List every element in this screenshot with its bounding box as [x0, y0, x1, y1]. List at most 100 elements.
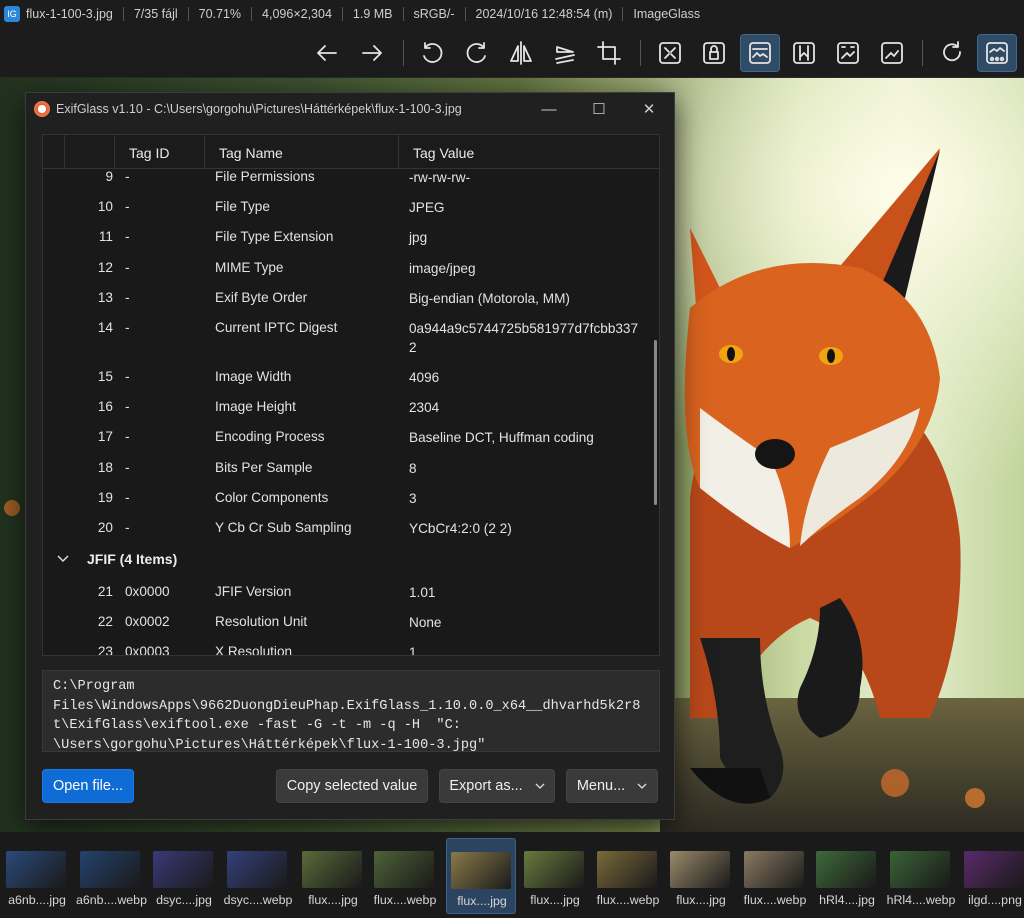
thumbnail-gallery: a6nb....jpg a6nb....webp dsyc....jpg dsyc..…	[0, 832, 1024, 918]
thumbnail-item[interactable]: flux....webp	[740, 838, 810, 914]
rotate-left-icon[interactable]	[412, 34, 452, 72]
arrow-right-icon[interactable]	[352, 34, 392, 72]
thumbnail-item[interactable]: flux....jpg	[298, 838, 368, 914]
thumbnail-image	[597, 851, 657, 888]
imageglass-app-icon: IG	[4, 6, 20, 22]
menu-dropdown[interactable]: Menu...	[566, 769, 658, 803]
tag-id-cell: -	[125, 368, 130, 384]
close-icon[interactable]: ✕	[624, 93, 674, 125]
thumbnail-item[interactable]: hRl4....webp	[886, 838, 956, 914]
minimize-icon[interactable]: —	[524, 93, 574, 125]
open-file-button[interactable]: Open file...	[42, 769, 134, 803]
tag-value-cell: image/jpeg	[409, 260, 476, 276]
table-row[interactable]: 11- File Type Extension jpg	[43, 221, 659, 251]
tag-value-cell: 1	[409, 645, 417, 656]
thumbnail-image	[890, 851, 950, 888]
flip-horizontal-icon[interactable]	[501, 34, 541, 72]
flip-vertical-icon[interactable]	[545, 34, 585, 72]
row-number: 23	[97, 644, 113, 656]
table-row[interactable]: 13- Exif Byte Order Big-endian (Motorola, …	[43, 282, 659, 312]
tag-value-cell: JPEG	[409, 200, 445, 216]
dialog-title: ExifGlass v1.10 - C:\Users\gorgohu\Pictu…	[56, 102, 462, 116]
thumbnail-label: dsyc....webp	[223, 893, 293, 907]
tag-id-cell: 0x0002	[125, 614, 170, 630]
thumbnail-item[interactable]: dsyc....jpg	[149, 838, 219, 914]
tag-name-cell: Exif Byte Order	[215, 289, 308, 305]
table-row[interactable]: 18- Bits Per Sample 8	[43, 452, 659, 482]
exif-table[interactable]: 9- File Permissions -rw-rw-rw- 10- File Type…	[42, 134, 660, 656]
gallery-icon[interactable]	[977, 34, 1017, 72]
thumbnail-item[interactable]: ilgd....png	[960, 838, 1024, 914]
thumbnail-item[interactable]: flux....webp	[370, 838, 440, 914]
tag-name-cell: Encoding Process	[215, 429, 325, 445]
row-number: 9	[105, 169, 113, 184]
table-row[interactable]: 15- Image Width 4096	[43, 361, 659, 391]
title-colorprofile: sRGB/-	[402, 7, 465, 21]
thumbnail-label: flux....jpg	[530, 893, 580, 907]
tag-id-cell: -	[125, 399, 130, 415]
tag-value-cell: 0a944a9c5744725b581977d7fcbb337 2	[409, 320, 639, 355]
thumbnail-item[interactable]: flux....jpg	[666, 838, 736, 914]
column-header-tag-value[interactable]: Tag Value	[399, 135, 659, 169]
rotate-right-icon[interactable]	[457, 34, 497, 72]
thumbnail-item[interactable]: a6nb....jpg	[2, 838, 72, 914]
table-row[interactable]: 23 0x0003 X Resolution 1	[43, 636, 659, 656]
table-row[interactable]: 21 0x0000 JFIF Version 1.01	[43, 576, 659, 606]
lock-zoom-icon[interactable]	[694, 34, 734, 72]
scale-to-fill-icon[interactable]	[828, 34, 868, 72]
tag-value-cell: jpg	[409, 230, 428, 246]
zoom-fit-icon[interactable]	[650, 34, 690, 72]
table-row[interactable]: 10- File Type JPEG	[43, 191, 659, 221]
table-row[interactable]: 12- MIME Type image/jpeg	[43, 252, 659, 282]
tag-value-cell: YCbCr4:2:0 (2 2)	[409, 520, 512, 536]
thumbnail-image	[6, 851, 66, 888]
thumbnail-label: flux....webp	[596, 893, 660, 907]
title-appname: ImageGlass	[622, 7, 710, 21]
arrow-left-icon[interactable]	[307, 34, 347, 72]
export-as-label: Export as...	[449, 778, 523, 794]
table-row[interactable]: 20- Y Cb Cr Sub Sampling YCbCr4:2:0 (2 2)	[43, 512, 659, 542]
tag-name-cell: Current IPTC Digest	[215, 319, 338, 335]
tag-id-cell: -	[125, 319, 130, 335]
thumbnail-image	[153, 851, 213, 888]
thumbnail-item[interactable]: hRl4....jpg	[812, 838, 882, 914]
thumbnail-item[interactable]: flux....jpg	[520, 838, 590, 914]
column-header-tag-id[interactable]: Tag ID	[115, 135, 205, 169]
tag-name-cell: File Type	[215, 199, 270, 215]
toolbar-divider	[640, 40, 641, 66]
export-as-dropdown[interactable]: Export as...	[439, 769, 555, 803]
column-header-tag-name[interactable]: Tag Name	[205, 135, 399, 169]
thumbnail-image	[302, 851, 362, 888]
crop-icon[interactable]	[589, 34, 629, 72]
tag-value-cell: 8	[409, 460, 417, 476]
thumbnail-item[interactable]: a6nb....webp	[76, 838, 147, 914]
group-row-jfif[interactable]: JFIF (4 Items)	[43, 542, 659, 576]
thumbnail-item[interactable]: flux....jpg	[446, 838, 516, 914]
table-row[interactable]: 17- Encoding Process Baseline DCT, Huffman…	[43, 421, 659, 451]
table-row[interactable]: 14- Current IPTC Digest 0a944a9c5744725b58…	[43, 312, 659, 361]
column-header-number	[65, 135, 115, 169]
maximize-icon[interactable]: ☐	[574, 93, 624, 125]
tag-name-cell: File Permissions	[215, 169, 315, 184]
scale-to-width-icon[interactable]	[740, 34, 780, 72]
refresh-icon[interactable]	[932, 34, 972, 72]
tag-id-cell: -	[125, 289, 130, 305]
thumbnail-item[interactable]: flux....webp	[593, 838, 663, 914]
table-row[interactable]: 19- Color Components 3	[43, 482, 659, 512]
chevron-down-icon[interactable]	[57, 551, 69, 567]
table-row[interactable]: 16- Image Height 2304	[43, 391, 659, 421]
thumbnail-item[interactable]: dsyc....webp	[223, 838, 293, 914]
row-number: 21	[97, 584, 113, 600]
dialog-titlebar: ExifGlass v1.10 - C:\Users\gorgohu\Pictu…	[26, 93, 674, 125]
table-row[interactable]: 22 0x0002 Resolution Unit None	[43, 606, 659, 636]
tag-value-cell: None	[409, 615, 442, 631]
table-scrollbar-thumb[interactable]	[654, 340, 657, 505]
command-line-box[interactable]: C:\Program Files\WindowsApps\9662DuongDi…	[42, 670, 660, 753]
tag-id-cell: -	[125, 489, 130, 505]
scale-to-height-icon[interactable]	[784, 34, 824, 72]
copy-selected-value-button[interactable]: Copy selected value	[276, 769, 428, 803]
tag-id-cell: -	[125, 519, 130, 535]
exif-table-header: Tag ID Tag Name Tag Value	[43, 135, 659, 169]
row-number: 15	[97, 368, 113, 384]
zoom-icon[interactable]	[872, 34, 912, 72]
